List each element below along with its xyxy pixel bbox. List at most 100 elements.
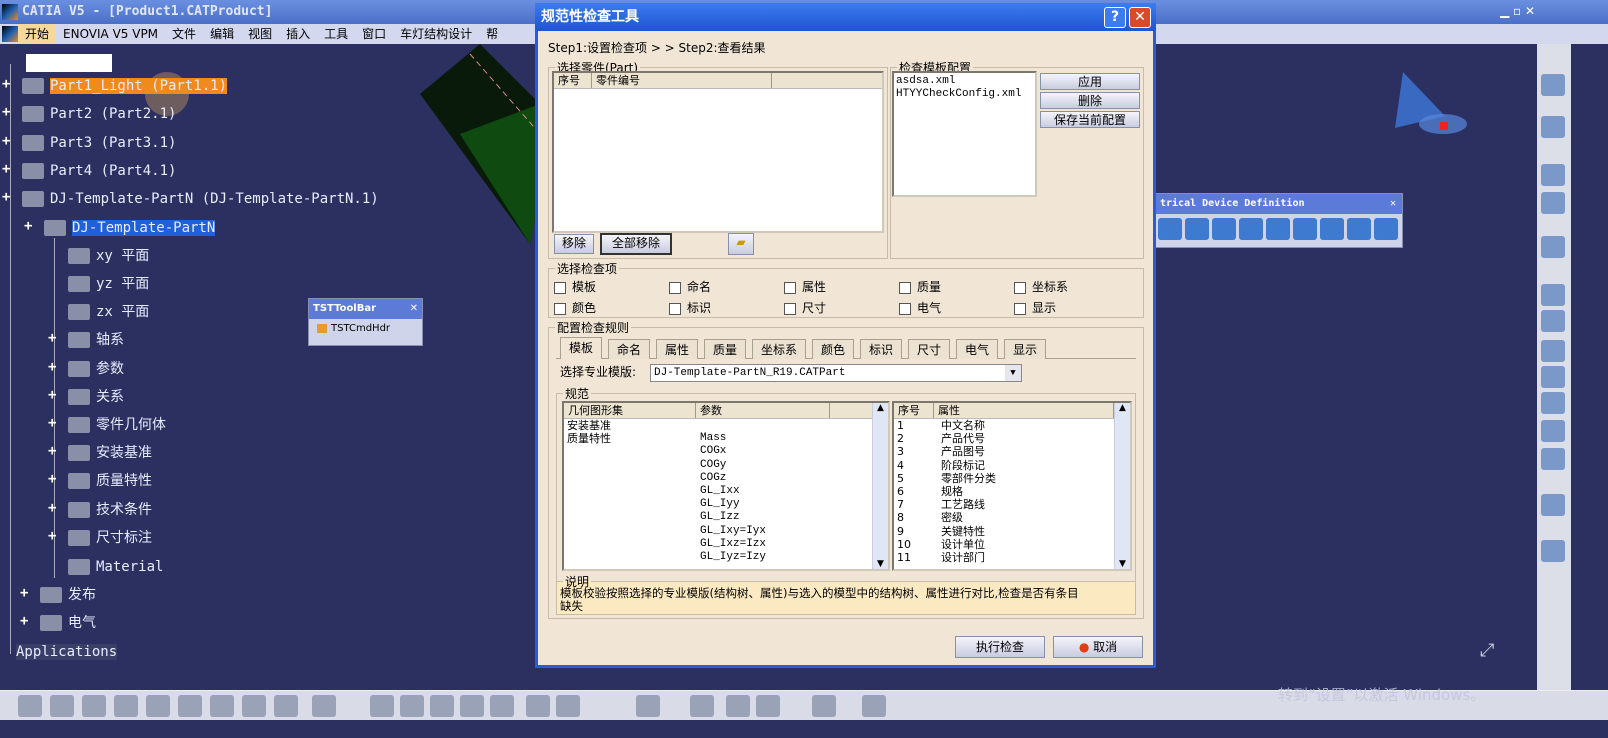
menu-item[interactable]: 视图	[241, 24, 279, 44]
column-header[interactable]: 几何图形集	[564, 403, 696, 418]
checkbox-box[interactable]	[784, 302, 796, 315]
menu-item[interactable]: 文件	[165, 24, 203, 44]
attribute-row[interactable]: 5 零部件分类	[894, 472, 1130, 485]
electrical-tool-icon[interactable]	[1320, 218, 1344, 240]
tree-node[interactable]: 零件几何体	[68, 415, 166, 435]
rule-tab[interactable]: 模板	[560, 337, 603, 359]
geometry-row[interactable]: COGx	[564, 445, 888, 458]
expand-icon[interactable]: +	[48, 387, 56, 403]
apply-button[interactable]: 应用	[1040, 73, 1140, 90]
geometry-row[interactable]: COGz	[564, 472, 888, 485]
checkbox-box[interactable]	[554, 302, 566, 315]
tree-node[interactable]: yz 平面	[68, 274, 149, 294]
checkbox-box[interactable]	[554, 281, 566, 294]
rule-tab[interactable]: 显示	[1004, 339, 1047, 359]
tool-icon[interactable]	[1541, 310, 1565, 332]
geometry-row[interactable]: GL_Ixy=Iyx	[564, 525, 888, 538]
expand-icon[interactable]: +	[2, 161, 10, 177]
expand-icon[interactable]: +	[2, 76, 10, 92]
checkbox-box[interactable]	[784, 281, 796, 294]
rule-tab[interactable]: 电气	[956, 339, 999, 359]
check-item-checkbox[interactable]: 显示	[1014, 299, 1056, 316]
cancel-button[interactable]: ● 取消	[1053, 636, 1143, 658]
tree-node[interactable]: Material	[68, 557, 163, 577]
electrical-tool-icon[interactable]	[1185, 218, 1209, 240]
checkbox-box[interactable]	[669, 302, 681, 315]
tool-icon[interactable]	[1541, 236, 1565, 258]
tool-icon[interactable]	[1541, 392, 1565, 414]
geometry-row[interactable]: GL_Ixz=Izx	[564, 538, 888, 551]
expand-icon[interactable]: +	[20, 613, 28, 629]
electrical-tool-icon[interactable]	[1239, 218, 1263, 240]
tree-node[interactable]: Part3 (Part3.1)	[22, 133, 176, 153]
tree-node[interactable]: 参数	[68, 359, 124, 379]
check-item-checkbox[interactable]: 质量	[899, 278, 941, 295]
tool-icon[interactable]	[690, 695, 714, 717]
expand-icon[interactable]: +	[48, 443, 56, 459]
template-file[interactable]: asdsa.xml	[896, 75, 1033, 88]
electrical-tool-icon[interactable]	[1347, 218, 1371, 240]
attribute-row[interactable]: 7 工艺路线	[894, 498, 1130, 511]
tool-icon[interactable]	[862, 695, 886, 717]
electrical-tool-icon[interactable]	[1212, 218, 1236, 240]
tree-node[interactable]: xy 平面	[68, 246, 149, 266]
check-item-checkbox[interactable]: 尺寸	[784, 299, 826, 316]
tree-node[interactable]: DJ-Template-PartN (DJ-Template-PartN.1)	[22, 189, 379, 209]
attribute-row[interactable]: 1 中文名称	[894, 419, 1130, 432]
expand-icon[interactable]: +	[48, 528, 56, 544]
tool-icon[interactable]	[1541, 164, 1565, 186]
expand-icon[interactable]: +	[48, 415, 56, 431]
checkbox-box[interactable]	[1014, 281, 1026, 294]
check-item-checkbox[interactable]: 命名	[669, 278, 711, 295]
geometry-row[interactable]: 安装基准	[564, 419, 888, 432]
part-list[interactable]: 序号 零件编号	[552, 71, 884, 233]
expand-icon[interactable]: +	[48, 359, 56, 375]
template-file-list[interactable]: asdsa.xml HTYYCheckConfig.xml	[892, 71, 1037, 197]
tree-node[interactable]: Part4 (Part4.1)	[22, 161, 176, 181]
tree-node[interactable]: Part1_Light (Part1.1)	[22, 76, 228, 96]
tree-node[interactable]: 发布	[40, 585, 96, 605]
menu-item[interactable]: ENOVIA V5 VPM	[56, 24, 165, 44]
tree-node[interactable]: 尺寸标注	[68, 528, 152, 548]
close-button[interactable]: ✕	[1129, 7, 1151, 28]
rule-tab[interactable]: 属性	[656, 339, 699, 359]
remove-button[interactable]: 移除	[554, 234, 594, 254]
close-icon[interactable]: ✕	[1390, 194, 1396, 214]
column-header[interactable]: 参数	[696, 403, 830, 418]
tool-icon[interactable]	[636, 695, 660, 717]
tree-node[interactable]: 关系	[68, 387, 124, 407]
tree-node[interactable]: Part2 (Part2.1)	[22, 104, 176, 124]
tool-icon[interactable]	[556, 695, 580, 717]
attribute-row[interactable]: 2 产品代号	[894, 432, 1130, 445]
geometry-set-list[interactable]: 几何图形集 参数 安装基准 质量特性 Mass COGx COGy COGz GL_Ixx GL…	[562, 401, 890, 571]
attribute-list[interactable]: 序号 属性 1 中文名称 2 产品代号 3 产品图号 4 阶段标记 5 零部件分类 6 规格 7 工艺路线 8…	[892, 401, 1132, 571]
checkbox-box[interactable]	[1014, 302, 1026, 315]
attribute-row[interactable]: 4 阶段标记	[894, 459, 1130, 472]
tree-node[interactable]: DJ-Template-PartN	[44, 218, 216, 238]
checkbox-box[interactable]	[899, 302, 911, 315]
check-item-checkbox[interactable]: 颜色	[554, 299, 596, 316]
chevron-down-icon[interactable]: ▼	[1005, 365, 1021, 381]
column-header[interactable]: 序号	[554, 73, 592, 88]
geometry-row[interactable]: GL_Iyz=Izy	[564, 551, 888, 564]
tool-icon[interactable]	[1541, 192, 1565, 214]
check-item-checkbox[interactable]: 属性	[784, 278, 826, 295]
tool-icon[interactable]	[82, 695, 106, 717]
menu-item[interactable]: 窗口	[355, 24, 393, 44]
geometry-row[interactable]: GL_Iyy	[564, 498, 888, 511]
expand-icon[interactable]: +	[48, 471, 56, 487]
tool-icon[interactable]	[726, 695, 750, 717]
tool-icon[interactable]	[490, 695, 514, 717]
expand-icon[interactable]: +	[2, 133, 10, 149]
scrollbar[interactable]: ▲ ▼	[872, 403, 888, 569]
attribute-row[interactable]: 11 设计部门	[894, 551, 1130, 564]
check-item-checkbox[interactable]: 坐标系	[1014, 278, 1068, 295]
rule-tab[interactable]: 尺寸	[908, 339, 951, 359]
template-select[interactable]: DJ-Template-PartN_R19.CATPart ▼	[650, 364, 1022, 382]
rule-tab[interactable]: 标识	[860, 339, 903, 359]
tree-node[interactable]: 安装基准	[68, 443, 152, 463]
close-icon[interactable]: ✕	[410, 299, 418, 319]
tool-icon[interactable]	[1541, 540, 1565, 562]
tool-icon[interactable]	[50, 695, 74, 717]
check-item-checkbox[interactable]: 电气	[899, 299, 941, 316]
